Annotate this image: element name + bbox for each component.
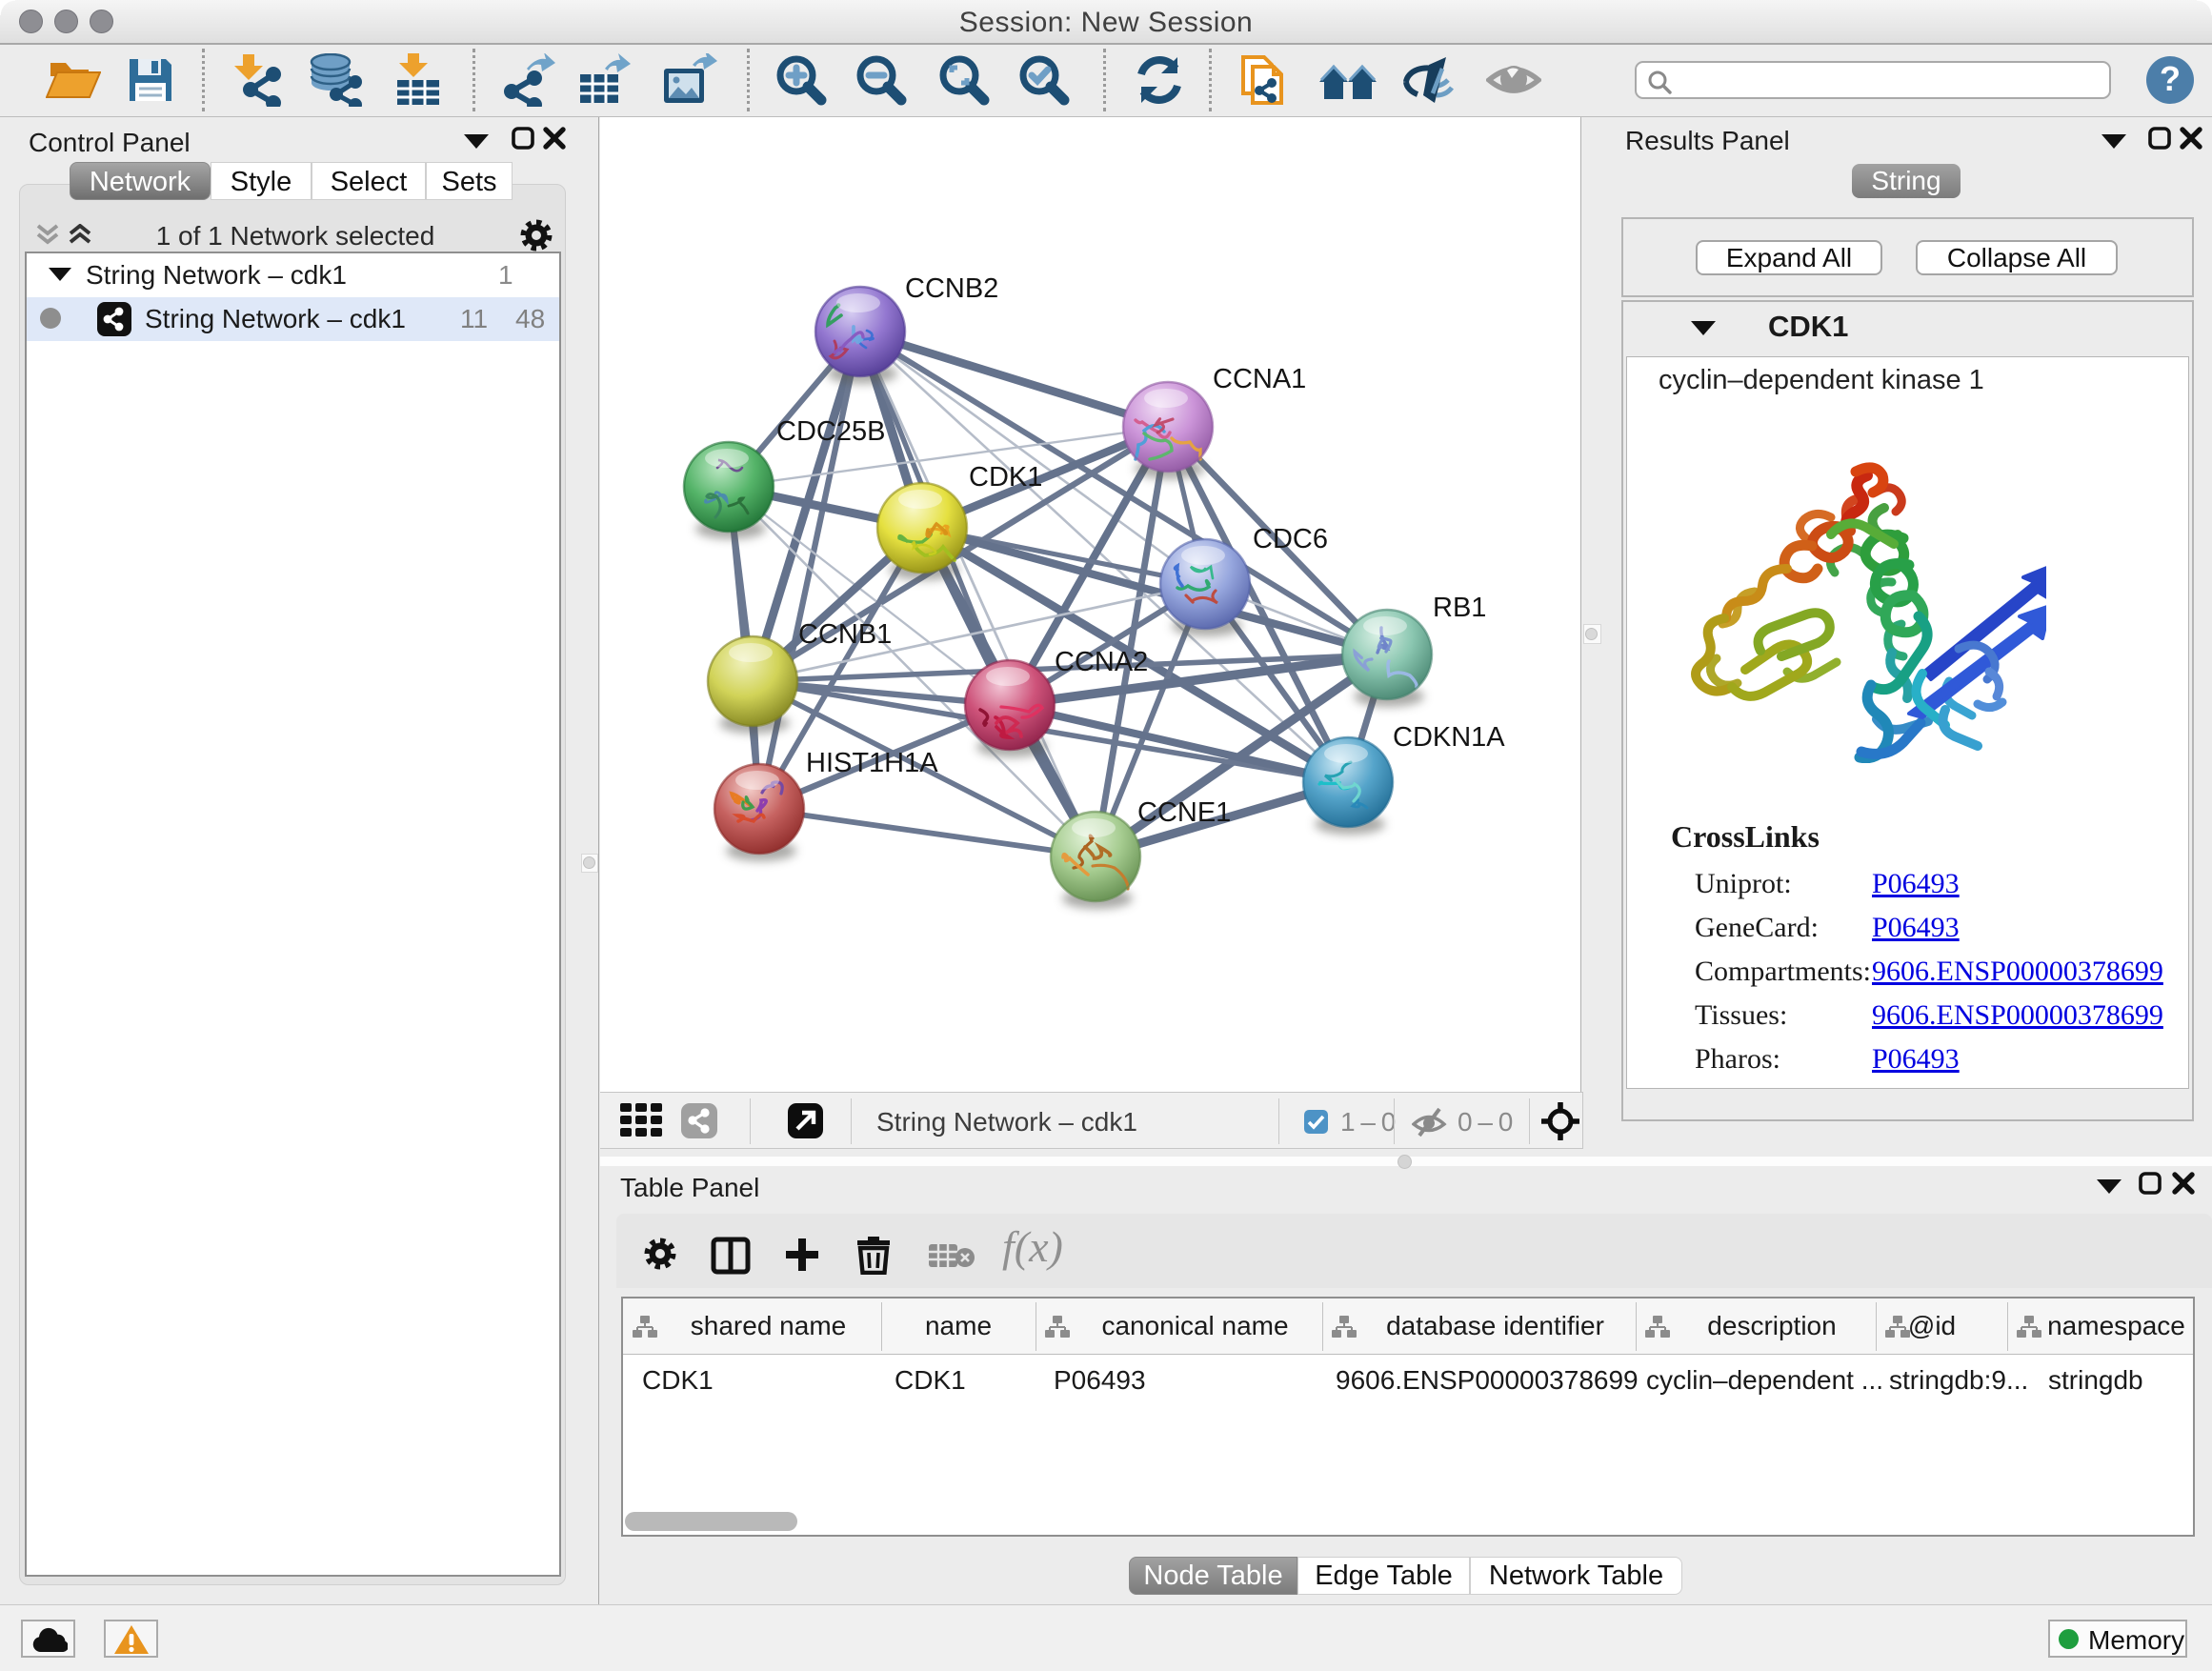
- svg-text:CCNE1: CCNE1: [1137, 797, 1231, 828]
- svg-text:CCNB1: CCNB1: [798, 619, 892, 650]
- svg-text:CCNA1: CCNA1: [1213, 364, 1306, 394]
- svg-text:?: ?: [2160, 59, 2181, 98]
- svg-text:CDKN1A: CDKN1A: [1393, 722, 1505, 753]
- svg-text:CCNB2: CCNB2: [905, 273, 998, 304]
- svg-text:RB1: RB1: [1433, 593, 1486, 623]
- svg-text:CCNA2: CCNA2: [1055, 647, 1148, 677]
- svg-text:CDC6: CDC6: [1253, 524, 1328, 554]
- svg-text:CDK1: CDK1: [969, 462, 1042, 493]
- svg-text:CDC25B: CDC25B: [776, 416, 885, 447]
- svg-text:HIST1H1A: HIST1H1A: [806, 748, 938, 778]
